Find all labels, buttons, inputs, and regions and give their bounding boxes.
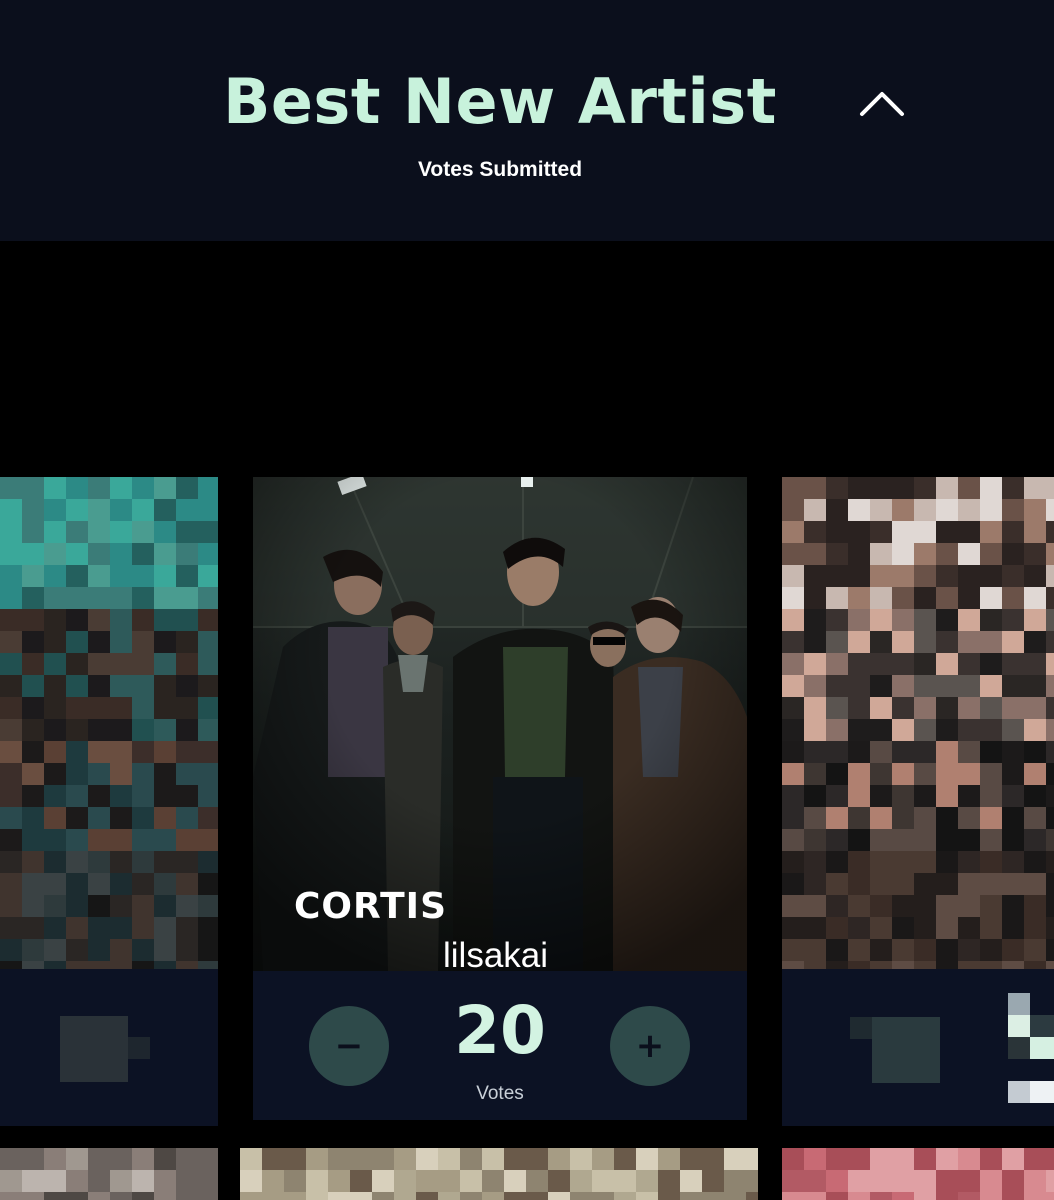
pixelated-block xyxy=(60,1016,128,1082)
plus-icon: + xyxy=(635,1026,665,1066)
votes-label: Votes xyxy=(476,1083,524,1104)
pixelated-image xyxy=(0,477,218,971)
pixelated-block xyxy=(1008,1037,1030,1059)
pixelated-block xyxy=(128,1037,150,1059)
nominee-card-right-panel xyxy=(782,969,1054,1126)
pixelated-image xyxy=(782,1148,1054,1200)
pixelated-image xyxy=(240,1148,758,1200)
pixelated-block xyxy=(1030,1037,1054,1059)
chevron-up-icon xyxy=(860,92,904,116)
artist-name: CORTIS xyxy=(294,886,448,927)
nominee-card-left-panel xyxy=(0,969,218,1126)
nominee-card-left-image[interactable] xyxy=(0,477,218,971)
pixelated-block xyxy=(1008,1081,1030,1103)
increment-vote-button[interactable]: + xyxy=(610,1006,690,1086)
pixelated-block xyxy=(872,1017,940,1083)
pixelated-block xyxy=(850,1017,872,1039)
nominee-card-right-image[interactable] xyxy=(782,477,1054,969)
pixelated-image xyxy=(0,1148,218,1200)
pixelated-block xyxy=(1008,1015,1030,1037)
collapse-button[interactable] xyxy=(852,78,912,128)
pixelated-image xyxy=(782,477,1054,969)
nominee-card-row2-center[interactable] xyxy=(240,1148,758,1200)
nominee-card-row2-left[interactable] xyxy=(0,1148,218,1200)
pixelated-block xyxy=(1030,1081,1054,1103)
vote-panel: − 20 Votes + xyxy=(253,971,747,1120)
pixelated-block xyxy=(1030,1015,1054,1037)
pixelated-block xyxy=(1008,993,1030,1015)
nominee-card-row2-right[interactable] xyxy=(782,1148,1054,1200)
votes-submitted-status: Votes Submitted xyxy=(417,158,583,181)
category-header: Best New Artist Votes Submitted xyxy=(0,0,1054,241)
category-title: Best New Artist xyxy=(223,65,777,138)
